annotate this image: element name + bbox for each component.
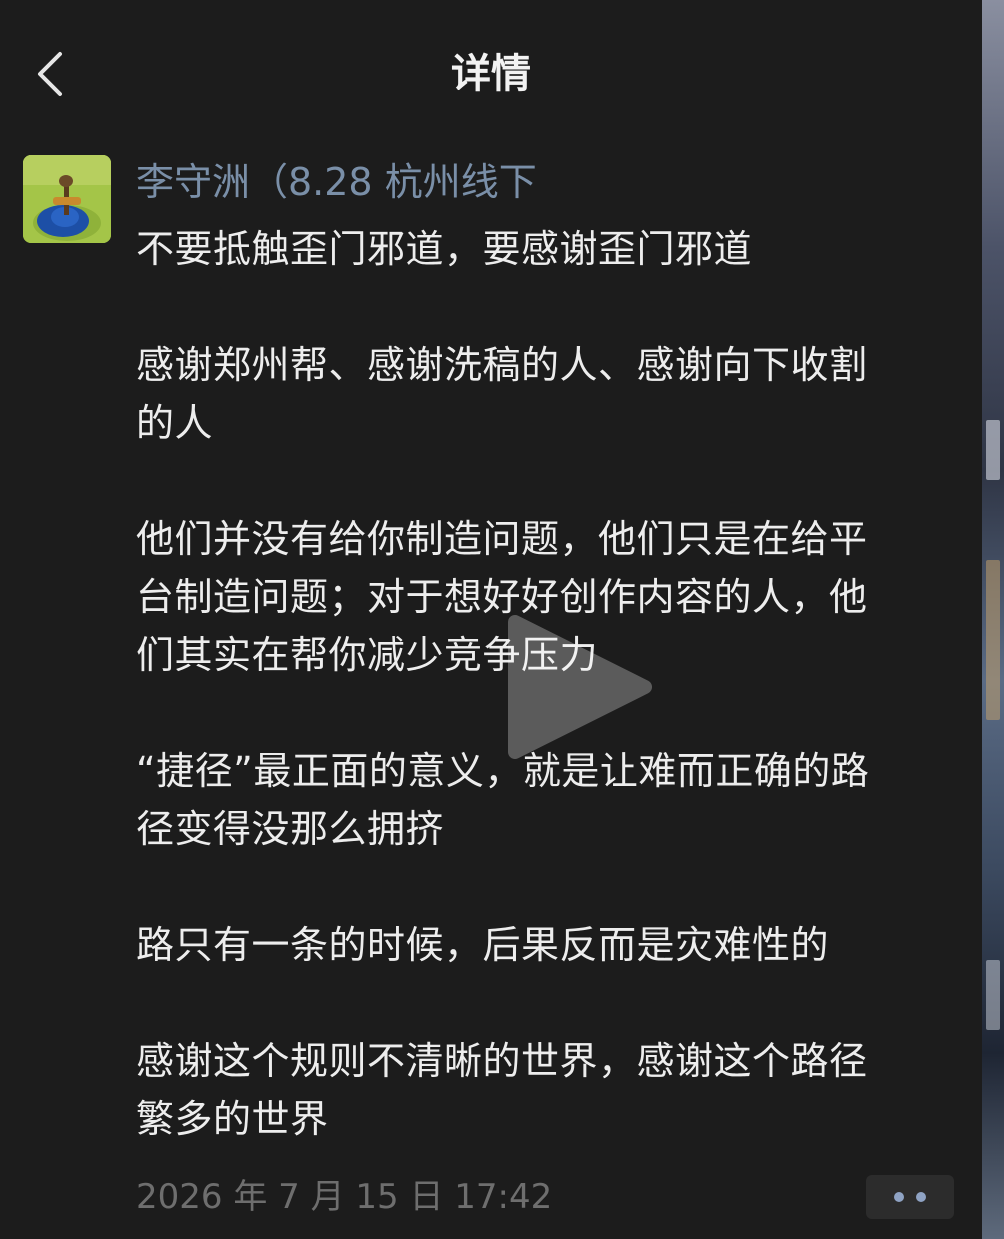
more-options-icon-dot [916,1192,926,1202]
text-line: 他们并没有给你制造问题，他们只是在给平 [136,517,868,561]
text-line: 径变得没那么拥挤 [136,807,445,851]
more-options-button[interactable] [866,1175,954,1219]
play-icon [508,615,652,759]
post-paragraph-5: 路只有一条的时候，后果反而是灾难性的 [136,916,966,974]
post-paragraph-6: 感谢这个规则不清晰的世界，感谢这个路径 繁多的世界 [136,1032,966,1148]
post-paragraph-1: 不要抵触歪门邪道，要感谢歪门邪道 [136,220,966,278]
text-line: 的人 [136,401,214,445]
post-detail-screen: 详情 李守洲（8.28 杭州线下 不要抵触歪门邪道，要感谢歪门邪道 感谢郑州帮、… [0,0,982,1239]
text-line: 感谢郑州帮、感谢洗稿的人、感谢向下收割 [136,343,868,387]
text-line: 感谢这个规则不清晰的世界，感谢这个路径 [136,1039,868,1083]
post-timestamp: 2026 年 7 月 15 日 17:42 [136,1177,553,1217]
user-avatar-image [23,155,111,243]
background-edge [982,0,1004,1239]
author-name[interactable]: 李守洲（8.28 杭州线下 [136,154,537,210]
text-line: 路只有一条的时候，后果反而是灾难性的 [136,923,830,967]
text-line: 繁多的世界 [136,1097,329,1141]
text-line: 不要抵触歪门邪道，要感谢歪门邪道 [136,227,753,271]
navigation-bar: 详情 [0,0,982,140]
post-paragraph-2: 感谢郑州帮、感谢洗稿的人、感谢向下收割 的人 [136,336,966,452]
avatar[interactable] [23,155,111,243]
page-title: 详情 [451,51,531,97]
more-options-icon-dot [894,1192,904,1202]
video-play-overlay[interactable] [495,612,655,762]
